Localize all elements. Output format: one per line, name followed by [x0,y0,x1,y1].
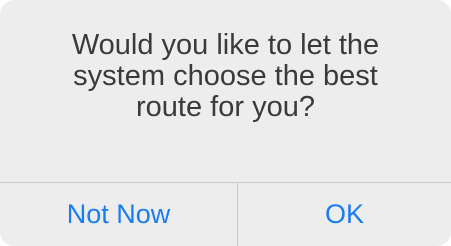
dialog-message: Would you like to let the system choose … [71,29,380,123]
ok-button[interactable]: OK [238,183,451,246]
not-now-button[interactable]: Not Now [0,183,237,246]
route-choice-dialog: Would you like to let the system choose … [0,0,451,246]
dialog-panel: Would you like to let the system choose … [0,0,451,246]
